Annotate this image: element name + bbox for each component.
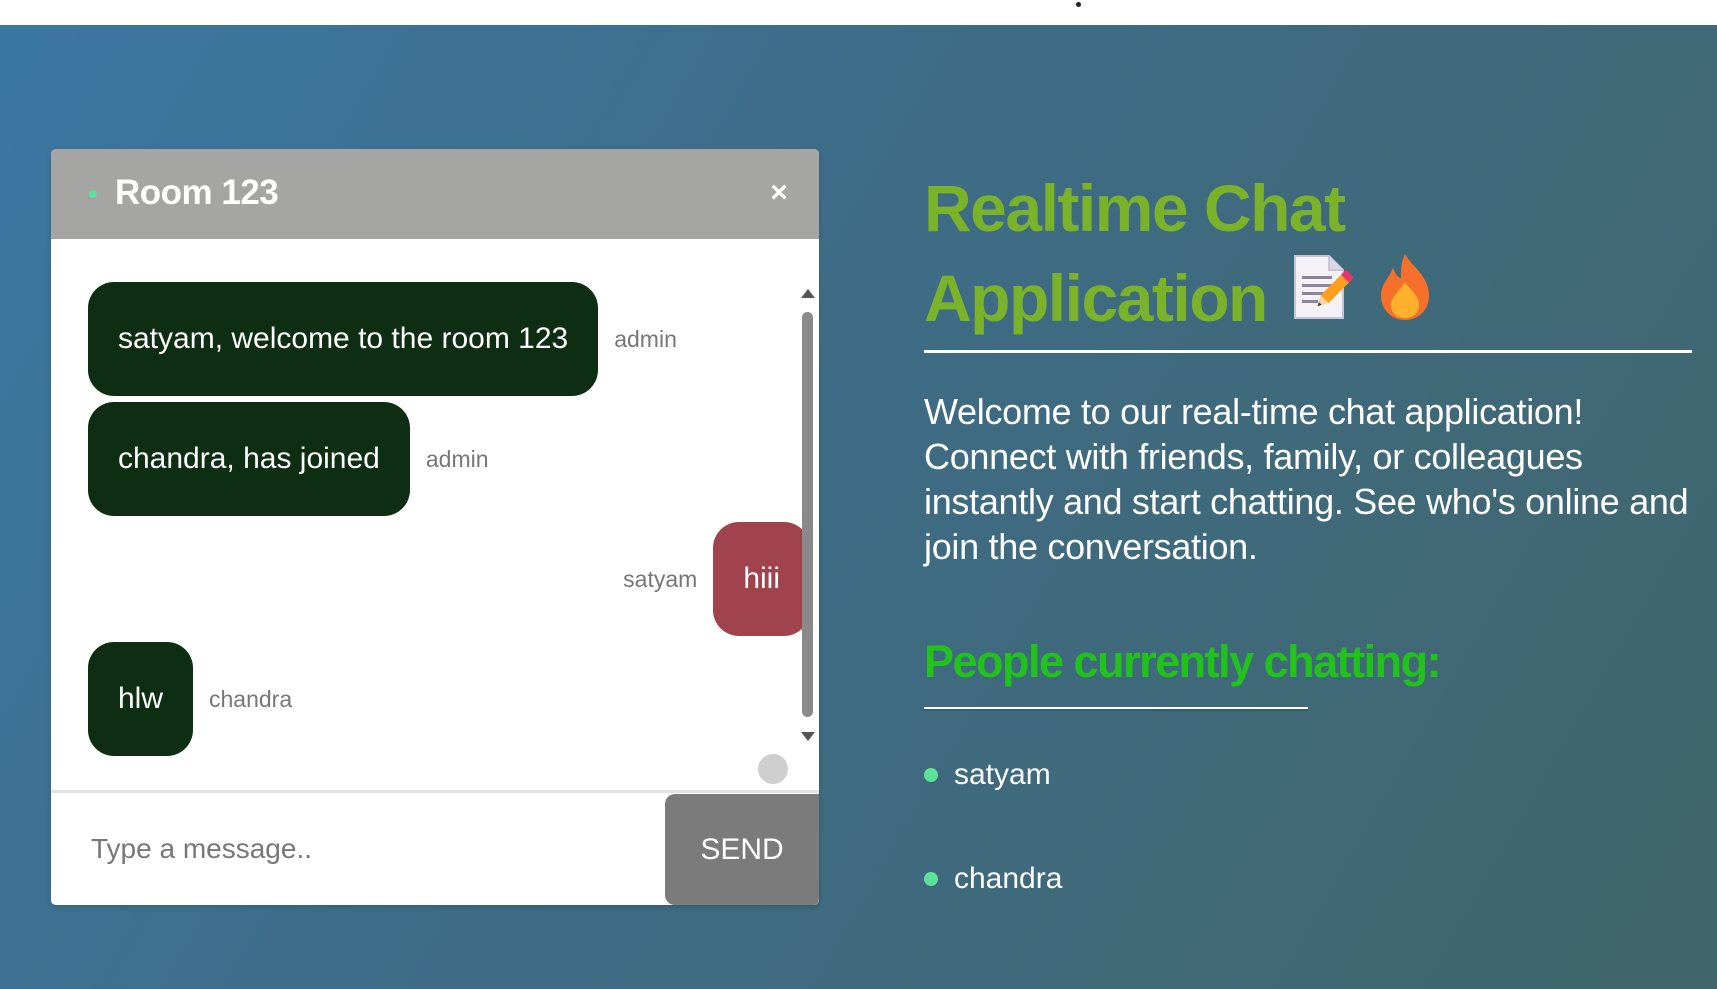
scrollbar-thumb[interactable]	[802, 312, 813, 717]
message-bubble: hiii	[713, 522, 810, 636]
browser-top-strip	[0, 0, 1717, 25]
people-heading: People currently chatting:	[924, 636, 1442, 687]
message-item: hiii satyam	[607, 522, 810, 636]
send-button[interactable]: SEND	[665, 794, 819, 905]
hero-divider	[924, 350, 1692, 353]
hero-title: Realtime Chat Application	[924, 163, 1644, 350]
message-item: hlw chandra	[88, 642, 308, 756]
scroll-up-arrow-icon[interactable]	[801, 289, 815, 298]
hero-title-line1: Realtime Chat	[924, 171, 1346, 245]
person-name: satyam	[954, 758, 1051, 791]
person-item: chandra	[924, 862, 1324, 896]
message-sender: satyam	[623, 565, 698, 592]
message-bubble: hlw	[88, 642, 194, 756]
room-title: Room 123	[115, 173, 279, 212]
person-item: satyam	[924, 758, 1324, 792]
hero-description: Welcome to our real-time chat applicatio…	[924, 391, 1689, 567]
message-bubble: satyam, welcome to the room 123	[88, 282, 599, 396]
message-input[interactable]	[89, 823, 653, 875]
message-sender: chandra	[209, 685, 293, 712]
online-status-icon	[924, 872, 938, 886]
scroll-down-arrow-icon[interactable]	[801, 732, 815, 741]
message-item: chandra, has joined admin	[88, 402, 505, 516]
people-divider	[924, 707, 1308, 709]
scroll-to-bottom-button[interactable]	[758, 754, 788, 784]
hero-title-line2: Application	[924, 261, 1268, 335]
message-item: satyam, welcome to the room 123 admin	[88, 282, 693, 396]
message-sender: admin	[614, 325, 677, 352]
fire-icon	[1377, 252, 1433, 344]
cursor-dot	[1076, 2, 1081, 7]
memo-icon	[1291, 252, 1354, 344]
close-button[interactable]: ×	[759, 173, 799, 213]
person-name: chandra	[954, 862, 1063, 895]
online-status-icon	[89, 190, 97, 198]
message-bubble: chandra, has joined	[88, 402, 410, 516]
message-sender: admin	[425, 445, 489, 472]
online-status-icon	[924, 768, 938, 782]
message-composer: SEND	[51, 790, 819, 905]
hero-title-line2-wrap: Application	[924, 253, 1644, 350]
chat-window: Room 123 × satyam, welcome to the room 1…	[51, 149, 819, 905]
chat-header: Room 123 ×	[51, 149, 819, 239]
